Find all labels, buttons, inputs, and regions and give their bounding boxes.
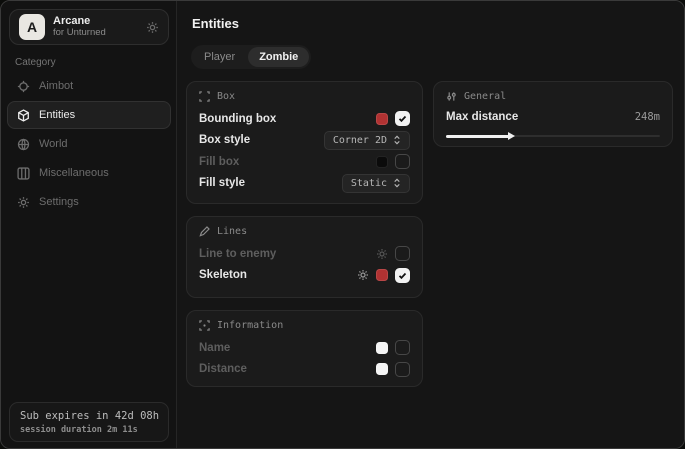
setting-row-distance: Distance bbox=[199, 359, 410, 381]
row-settings-gear-icon[interactable] bbox=[376, 248, 388, 260]
sliders-icon bbox=[446, 91, 457, 102]
setting-row-skeleton: Skeleton bbox=[199, 265, 410, 287]
app-logo: A bbox=[19, 14, 45, 40]
setting-label: Distance bbox=[199, 363, 247, 375]
info-scan-icon bbox=[199, 320, 210, 331]
color-swatch[interactable] bbox=[376, 113, 388, 125]
sidebar-item-entities[interactable]: Entities bbox=[7, 101, 171, 129]
category-label: Category bbox=[15, 57, 56, 68]
dropdown-value: Corner 2D bbox=[333, 135, 387, 146]
dropdown-value: Static bbox=[351, 178, 387, 189]
card-title: Information bbox=[217, 320, 283, 331]
card-title: General bbox=[464, 91, 506, 102]
setting-row-bounding-box: Bounding box bbox=[199, 108, 410, 130]
sidebar-item-miscellaneous[interactable]: Miscellaneous bbox=[7, 159, 171, 187]
sidebar-item-settings[interactable]: Settings bbox=[7, 188, 171, 216]
checkbox[interactable] bbox=[395, 340, 410, 355]
color-swatch[interactable] bbox=[376, 363, 388, 375]
setting-label: Skeleton bbox=[199, 269, 247, 281]
sidebar-item-aimbot[interactable]: Aimbot bbox=[7, 72, 171, 100]
setting-label: Fill box bbox=[199, 156, 239, 168]
page-title: Entities bbox=[192, 16, 239, 31]
box-corners-icon bbox=[199, 91, 210, 102]
checkbox[interactable] bbox=[395, 268, 410, 283]
subscription-expiry: Sub expires in 42d 08h bbox=[20, 410, 158, 422]
entity-tabs: Player Zombie bbox=[191, 45, 311, 69]
color-swatch[interactable] bbox=[376, 269, 388, 281]
subscription-box: Sub expires in 42d 08h session duration … bbox=[9, 402, 169, 442]
setting-row-name: Name bbox=[199, 337, 410, 359]
checkbox[interactable] bbox=[395, 111, 410, 126]
lines-card: Lines Line to enemy Ske bbox=[186, 216, 423, 298]
setting-label: Line to enemy bbox=[199, 248, 276, 260]
color-swatch[interactable] bbox=[376, 156, 388, 168]
sidebar-item-label: World bbox=[39, 138, 68, 150]
card-title: Box bbox=[217, 91, 235, 102]
unfold-icon bbox=[393, 178, 401, 188]
main-panel: Entities Player Zombie Box Bounding box bbox=[177, 1, 684, 448]
unfold-icon bbox=[393, 135, 401, 145]
crosshair-icon bbox=[17, 80, 30, 93]
slider-fill bbox=[446, 135, 510, 138]
sidebar: A Arcane for Unturned Category A bbox=[1, 1, 177, 448]
setting-row-line-to-enemy: Line to enemy bbox=[199, 243, 410, 265]
setting-label: Box style bbox=[199, 134, 250, 146]
app-title: Arcane bbox=[53, 15, 106, 28]
sidebar-item-label: Entities bbox=[39, 109, 75, 121]
pencil-line-icon bbox=[199, 226, 210, 237]
general-card: General Max distance 248m bbox=[433, 81, 673, 147]
checkbox[interactable] bbox=[395, 246, 410, 261]
setting-label: Max distance bbox=[446, 111, 518, 123]
box-style-dropdown[interactable]: Corner 2D bbox=[324, 131, 410, 150]
tab-player[interactable]: Player bbox=[193, 47, 246, 67]
checkbox[interactable] bbox=[395, 362, 410, 377]
slider-thumb[interactable] bbox=[508, 132, 515, 140]
sidebar-item-label: Aimbot bbox=[39, 80, 73, 92]
row-settings-gear-icon[interactable] bbox=[357, 269, 369, 281]
app-window: A Arcane for Unturned Category A bbox=[0, 0, 685, 449]
box-card: Box Bounding box Box style Corner 2D bbox=[186, 81, 423, 204]
checkbox[interactable] bbox=[395, 154, 410, 169]
card-title: Lines bbox=[217, 226, 247, 237]
app-subtitle: for Unturned bbox=[53, 28, 106, 39]
sidebar-item-label: Miscellaneous bbox=[39, 167, 109, 179]
sidebar-item-label: Settings bbox=[39, 196, 79, 208]
max-distance-value: 248m bbox=[635, 111, 660, 123]
globe-icon bbox=[17, 138, 30, 151]
max-distance-slider[interactable] bbox=[446, 131, 660, 141]
sync-gear-icon[interactable] bbox=[146, 21, 159, 34]
setting-row-fill-box: Fill box bbox=[199, 151, 410, 173]
setting-row-box-style: Box style Corner 2D bbox=[199, 130, 410, 152]
setting-label: Name bbox=[199, 342, 230, 354]
cube-icon bbox=[17, 109, 30, 122]
tab-zombie[interactable]: Zombie bbox=[248, 47, 309, 67]
session-duration: session duration 2m 11s bbox=[20, 425, 158, 435]
layout-icon bbox=[17, 167, 30, 180]
color-swatch[interactable] bbox=[376, 342, 388, 354]
setting-label: Bounding box bbox=[199, 113, 276, 125]
setting-label: Fill style bbox=[199, 177, 245, 189]
sidebar-nav: Aimbot Entities World bbox=[7, 72, 171, 217]
information-card: Information Name Distance bbox=[186, 310, 423, 387]
brand-card: A Arcane for Unturned bbox=[9, 9, 169, 45]
sidebar-item-world[interactable]: World bbox=[7, 130, 171, 158]
gear-icon bbox=[17, 196, 30, 209]
fill-style-dropdown[interactable]: Static bbox=[342, 174, 410, 193]
setting-row-max-distance: Max distance 248m bbox=[446, 108, 660, 126]
setting-row-fill-style: Fill style Static bbox=[199, 173, 410, 195]
